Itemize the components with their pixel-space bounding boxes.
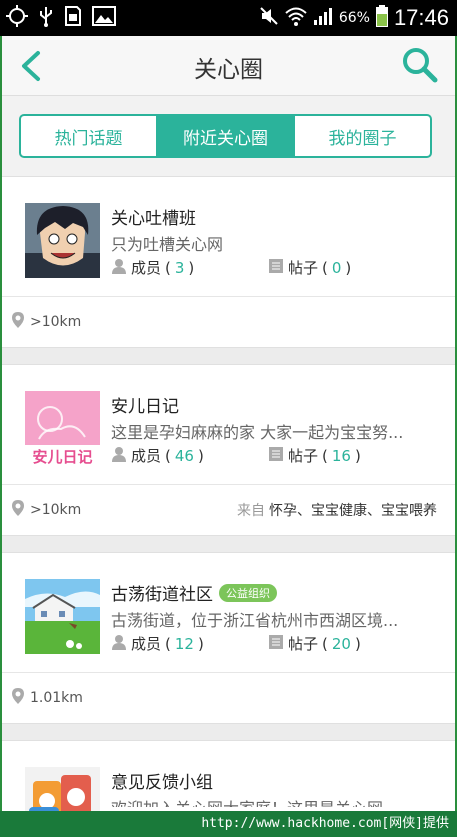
post-value: 0 (331, 258, 342, 277)
tab-nearby-circles[interactable]: 附近关心圈 (158, 116, 295, 156)
circle-avatar (25, 203, 100, 278)
circle-card[interactable]: 关心吐槽班 只为吐槽关心网 成员 (3) 帖子 (0) >10km (0, 176, 457, 348)
post-value: 20 (331, 634, 351, 653)
distance: >10km (12, 500, 81, 520)
location-pin-icon (12, 688, 24, 708)
post-count: 帖子 (0) (268, 257, 351, 278)
circle-card[interactable]: 安儿日记 安儿日记 这里是孕妇麻麻的家 大家一起为宝宝努... 成员 (46) … (0, 364, 457, 536)
person-icon (111, 446, 127, 466)
gps-icon (6, 5, 28, 31)
circle-card-body[interactable]: 关心吐槽班 只为吐槽关心网 成员 (3) 帖子 (0) (0, 177, 457, 296)
person-icon (111, 258, 127, 278)
member-value: 46 (174, 446, 194, 465)
battery-percent: 66% (338, 10, 370, 26)
document-icon (268, 446, 284, 466)
signal-icon (313, 6, 333, 30)
post-label: 帖子 (288, 635, 319, 653)
distance-value: >10km (30, 502, 82, 518)
member-label: 成员 (131, 635, 162, 653)
status-bar: 66% 17:46 (0, 0, 457, 36)
circle-card-body[interactable]: 古荡街道社区 公益组织 古荡街道，位于浙江省杭州市西湖区境... 成员 (12) … (0, 553, 457, 672)
circle-avatar-text: 安儿日记 (32, 448, 93, 466)
circle-name: 古荡街道社区 公益组织 (111, 580, 277, 605)
post-label: 帖子 (288, 259, 319, 277)
circle-card-footer: >10km 来自 怀孕、宝宝健康、宝宝喂养 (0, 484, 457, 536)
image-icon (92, 6, 116, 30)
member-label: 成员 (131, 259, 162, 277)
clock: 17:46 (393, 5, 449, 30)
nonprofit-badge: 公益组织 (219, 584, 277, 602)
circle-card[interactable]: 意见反馈小组 欢迎加入关心网大家庭！这里是关心网... (0, 740, 457, 820)
circle-description: 欢迎加入关心网大家庭！这里是关心网... (111, 795, 431, 807)
document-icon (268, 634, 284, 654)
post-count: 帖子 (20) (268, 633, 361, 654)
usb-icon (38, 5, 54, 31)
location-pin-icon (12, 312, 24, 332)
distance: 1.01km (12, 688, 83, 708)
source-tag-list: 怀孕、宝宝健康、宝宝喂养 (269, 503, 437, 519)
source-tags: 来自 怀孕、宝宝健康、宝宝喂养 (237, 500, 437, 520)
search-icon (403, 48, 438, 83)
search-button[interactable] (401, 46, 439, 84)
circle-name-text: 古荡街道社区 (111, 585, 213, 605)
document-icon (268, 258, 284, 278)
source-label: 来自 (237, 503, 265, 519)
circle-description: 只为吐槽关心网 (111, 235, 224, 254)
frame-edge-left (0, 36, 2, 811)
member-count: 成员 (3) (111, 257, 194, 278)
distance-value: 1.01km (30, 690, 83, 706)
circle-avatar (25, 579, 100, 654)
distance-value: >10km (30, 314, 82, 330)
member-count: 成员 (12) (111, 633, 204, 654)
post-label: 帖子 (288, 447, 319, 465)
circle-card[interactable]: 古荡街道社区 公益组织 古荡街道，位于浙江省杭州市西湖区境... 成员 (12) … (0, 552, 457, 724)
sdcard-icon (64, 5, 82, 31)
mute-icon (259, 6, 279, 30)
member-value: 3 (174, 258, 185, 277)
tab-bar: 热门话题 附近关心圈 我的圈子 (0, 96, 457, 176)
distance: >10km (12, 312, 81, 332)
circle-description: 这里是孕妇麻麻的家 大家一起为宝宝努... (111, 423, 404, 442)
tab-my-circles[interactable]: 我的圈子 (295, 116, 430, 156)
battery-icon (375, 5, 388, 31)
tab-hot-topics[interactable]: 热门话题 (21, 116, 158, 156)
member-count: 成员 (46) (111, 445, 204, 466)
circle-name: 关心吐槽班 (111, 209, 196, 229)
member-value: 12 (174, 634, 194, 653)
post-count: 帖子 (16) (268, 445, 361, 466)
watermark: http://www.hackhome.com[网侠]提供 (0, 811, 457, 837)
circle-card-footer: 1.01km (0, 672, 457, 724)
app-header: 关心圈 (0, 36, 457, 96)
segmented-control: 热门话题 附近关心圈 我的圈子 (19, 114, 432, 158)
circle-description: 古荡街道，位于浙江省杭州市西湖区境... (111, 611, 399, 630)
person-icon (111, 634, 127, 654)
circle-card-footer: >10km (0, 296, 457, 348)
circle-name: 安儿日记 (111, 397, 179, 417)
circle-avatar: 安儿日记 (25, 391, 100, 466)
member-label: 成员 (131, 447, 162, 465)
wifi-icon (285, 6, 307, 30)
page-title: 关心圈 (194, 57, 263, 83)
circle-card-body[interactable]: 安儿日记 安儿日记 这里是孕妇麻麻的家 大家一起为宝宝努... 成员 (46) … (0, 365, 457, 484)
circle-name: 意见反馈小组 (111, 773, 213, 793)
post-value: 16 (331, 446, 351, 465)
location-pin-icon (12, 500, 24, 520)
